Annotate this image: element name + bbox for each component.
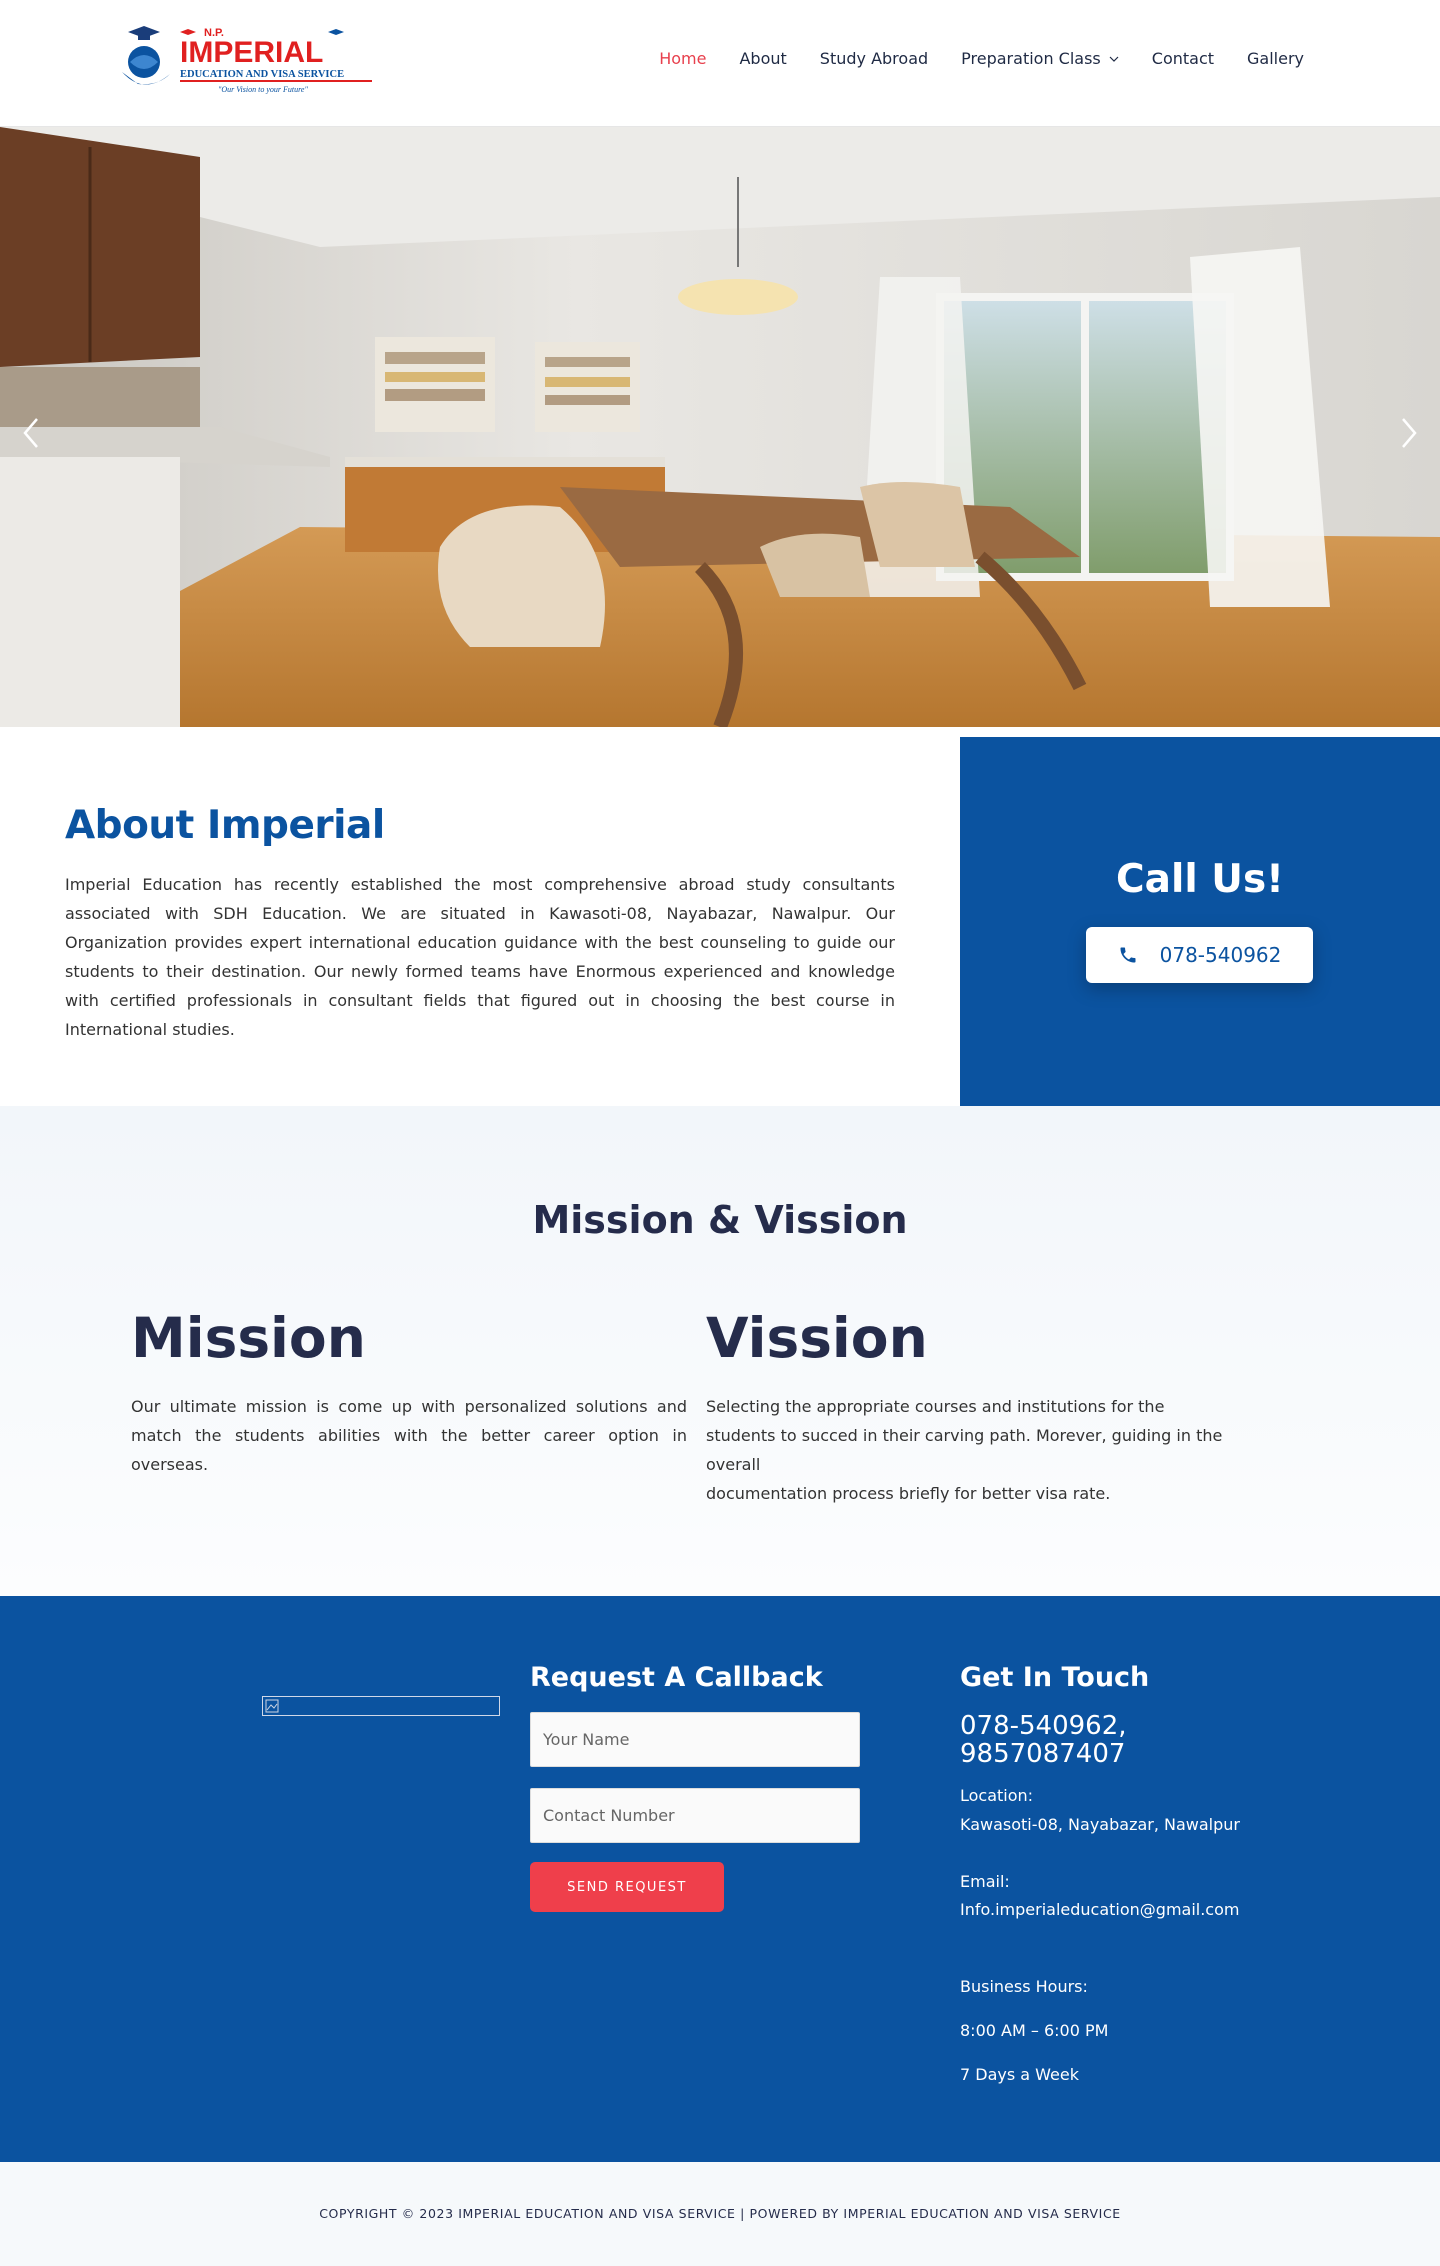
hours-value: 8:00 AM – 6:00 PM — [960, 2021, 1109, 2040]
contact-number-input[interactable] — [530, 1788, 860, 1843]
mission-vision-heading: Mission & Vission — [532, 1198, 908, 1242]
vision-text: Selecting the appropriate courses and in… — [706, 1392, 1266, 1508]
site-header: N.P. IMPERIAL EDUCATION AND VISA SERVICE… — [0, 0, 1440, 127]
chevron-down-icon — [1109, 56, 1119, 62]
imperial-logo[interactable]: N.P. IMPERIAL EDUCATION AND VISA SERVICE… — [118, 18, 378, 100]
nav-home[interactable]: Home — [659, 49, 706, 68]
mission-vision-section: Mission & Vission Mission Our ultimate m… — [0, 1106, 1440, 1596]
vision-text-line: documentation process briefly for better… — [706, 1484, 1111, 1503]
about-text: Imperial Education has recently establis… — [65, 875, 895, 1039]
email-label: Email: — [960, 1872, 1010, 1891]
chevron-left-icon[interactable] — [17, 413, 45, 453]
callback-title: Request A Callback — [530, 1662, 823, 1693]
send-request-button[interactable]: SEND REQUEST — [530, 1862, 724, 1912]
site-footer: Request A Callback SEND REQUEST Get In T… — [0, 1596, 1440, 2162]
phone-icon — [1120, 947, 1136, 963]
copyright-bar: COPYRIGHT © 2023 IMPERIAL EDUCATION AND … — [0, 2162, 1440, 2266]
dining-room-photo — [0, 127, 1440, 727]
nav-about[interactable]: About — [739, 49, 786, 68]
nav-preparation-class-label: Preparation Class — [961, 49, 1101, 68]
get-in-touch-title: Get In Touch — [960, 1662, 1150, 1693]
svg-text:"Our Vision to your Future": "Our Vision to your Future" — [218, 85, 308, 94]
call-us-box: Call Us! 078-540962 — [960, 737, 1440, 1106]
vision-title: Vission — [706, 1306, 928, 1370]
nav-contact[interactable]: Contact — [1152, 49, 1214, 68]
vision-text-line: Selecting the appropriate courses and in… — [706, 1397, 1165, 1416]
footer-phone-line: 078-540962, — [960, 1711, 1127, 1741]
footer-phones: 078-540962, 9857087407 — [960, 1712, 1260, 1768]
nav-gallery[interactable]: Gallery — [1247, 49, 1304, 68]
mission-text: Our ultimate mission is come up with per… — [131, 1397, 687, 1474]
email-value[interactable]: Info.imperialeducation@gmail.com — [960, 1900, 1239, 1919]
footer-phone-line: 9857087407 — [960, 1739, 1126, 1769]
svg-text:EDUCATION AND VISA SERVICE: EDUCATION AND VISA SERVICE — [180, 69, 344, 80]
call-phone-button[interactable]: 078-540962 — [1086, 927, 1313, 983]
name-input[interactable] — [530, 1712, 860, 1767]
footer-logo-image — [262, 1696, 500, 1716]
days-value: 7 Days a Week — [960, 2065, 1080, 2084]
svg-text:IMPERIAL: IMPERIAL — [180, 36, 323, 69]
nav-study-abroad[interactable]: Study Abroad — [820, 49, 928, 68]
hero-slider — [0, 127, 1440, 727]
call-title: Call Us! — [1116, 857, 1284, 902]
nav-preparation-class[interactable]: Preparation Class — [961, 49, 1119, 68]
main-nav: Home About Study Abroad Preparation Clas… — [659, 0, 1304, 117]
about-section: About Imperial Imperial Education has re… — [0, 727, 1440, 1106]
mission-title: Mission — [131, 1306, 366, 1370]
broken-image-icon — [265, 1699, 279, 1713]
about-title: About Imperial — [65, 803, 385, 848]
location-value: Kawasoti-08, Nayabazar, Nawalpur — [960, 1815, 1240, 1834]
vision-text-line: students to succed in their carving path… — [706, 1426, 1223, 1474]
chevron-right-icon[interactable] — [1395, 413, 1423, 453]
hours-label: Business Hours: — [960, 1977, 1088, 1996]
location-label: Location: — [960, 1786, 1034, 1805]
copyright-text: COPYRIGHT © 2023 IMPERIAL EDUCATION AND … — [319, 2206, 1121, 2221]
call-phone-number: 078-540962 — [1159, 943, 1282, 967]
